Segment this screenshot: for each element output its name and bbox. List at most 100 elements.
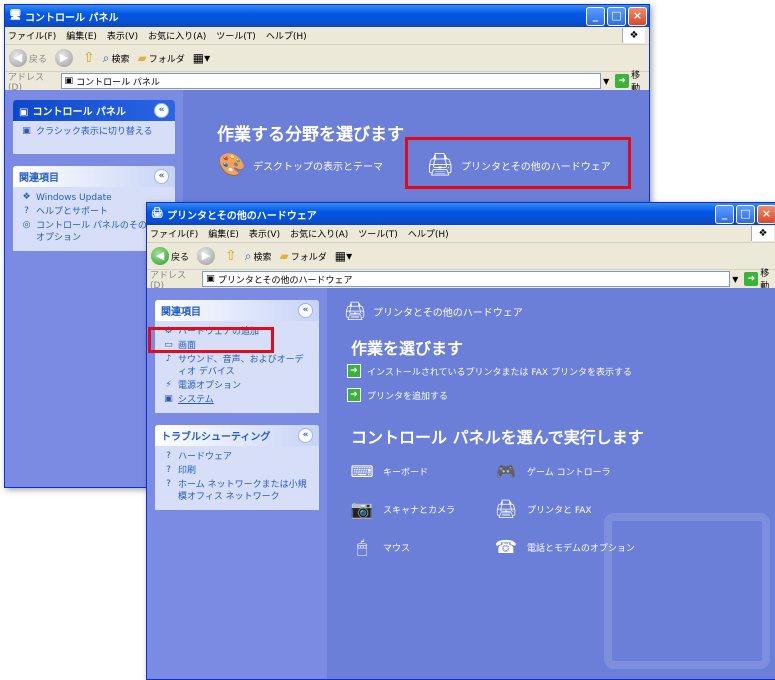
panel-mouse[interactable]: 🖱 マウス — [347, 534, 410, 560]
classic-view-link[interactable]: ▣ クラシック表示に切り替える — [21, 126, 167, 138]
up-folder-button[interactable]: ⇧ — [83, 50, 95, 66]
go-arrow-icon: ➜ — [744, 272, 759, 286]
address-dropdown-icon[interactable]: ▼ — [603, 77, 609, 86]
folders-button[interactable]: ▰ フォルダ — [138, 51, 185, 65]
panel-printers-fax[interactable]: 🖨 プリンタと FAX — [491, 496, 592, 522]
menu-tools[interactable]: ツール(T) — [216, 29, 256, 42]
collapse-icon[interactable]: « — [298, 303, 313, 318]
task-add-printer[interactable]: ➜ プリンタを追加する — [347, 388, 448, 402]
task-arrow-icon: ➜ — [347, 364, 361, 378]
control-panel-box-header[interactable]: ▣ コントロール パネル « — [13, 100, 175, 121]
troubleshoot-hardware[interactable]: ? ハードウェア — [163, 451, 311, 463]
forward-button[interactable]: ▶ — [55, 49, 75, 67]
collapse-icon[interactable]: « — [154, 169, 169, 184]
panel-game-controllers[interactable]: 🎮 ゲーム コントローラ — [491, 458, 611, 484]
menu-favorites[interactable]: お気に入り(A) — [148, 29, 206, 42]
related-items-header[interactable]: 関連項目 « — [13, 166, 175, 187]
menu-help[interactable]: ヘルプ(H) — [408, 227, 449, 240]
troubleshooting-box: トラブルシューティング « ? ハードウェア ? 印刷 ? ホーム ネットワーク… — [155, 425, 319, 510]
printer-icon: ▣ — [206, 274, 215, 284]
category-desktop-themes[interactable]: 🎨 デスクトップの表示とテーマ — [217, 152, 383, 178]
forward-arrow-icon: ▶ — [55, 49, 74, 67]
menu-edit[interactable]: 編集(E) — [66, 29, 97, 42]
related-item-sound[interactable]: ♪ サウンド、音声、およびオーディオ デバイス — [163, 354, 311, 378]
collapse-icon[interactable]: « — [298, 428, 313, 443]
printer-icon: 🖨 — [343, 300, 367, 322]
panel-scanners-cameras[interactable]: 📷 スキャナとカメラ — [347, 496, 455, 522]
menu-view[interactable]: 表示(V) — [107, 29, 138, 42]
windows-update-icon: ❖ — [22, 192, 31, 202]
scanner-camera-icon: 📷 — [350, 498, 374, 520]
options-icon: ◎ — [22, 220, 31, 230]
highlight-box-add-hardware — [148, 327, 274, 353]
menu-favorites[interactable]: お気に入り(A) — [290, 227, 348, 240]
menu-help[interactable]: ヘルプ(H) — [266, 29, 307, 42]
page-header: 🖨 プリンタとその他のハードウェア — [343, 298, 523, 324]
menu-view[interactable]: 表示(V) — [249, 227, 280, 240]
search-icon: ⌕ — [244, 248, 252, 263]
title-bar[interactable]: 🖥 コントロール パネル _ □ × — [5, 5, 649, 27]
window-title: プリンタとその他のハードウェア — [167, 210, 317, 222]
up-folder-icon: ⇧ — [83, 50, 95, 66]
task-view-printers[interactable]: ➜ インストールされているプリンタまたは FAX プリンタを表示する — [347, 364, 632, 378]
address-dropdown-icon[interactable]: ▼ — [732, 275, 738, 284]
minimize-button[interactable]: _ — [715, 205, 734, 224]
close-button[interactable]: × — [628, 7, 647, 26]
related-item-system[interactable]: ▣ システム — [163, 394, 311, 406]
address-input[interactable]: ▣ コントロール パネル — [60, 73, 602, 89]
forward-button[interactable]: ▶ — [197, 247, 217, 265]
toolbar: ◀ 戻る ▶ ⇧ ⌕ 検索 ▰ フォルダ ▦▾ — [147, 243, 775, 270]
menu-tools[interactable]: ツール(T) — [358, 227, 398, 240]
power-icon: ⚡ — [165, 380, 172, 390]
sound-icon: ♪ — [165, 354, 172, 364]
views-button[interactable]: ▦▾ — [335, 249, 352, 263]
title-bar[interactable]: 🖨 プリンタとその他のハードウェア _ □ × — [147, 203, 775, 225]
panel-phone-modem[interactable]: ☎ 電話とモデムのオプション — [491, 534, 635, 560]
related-item-power[interactable]: ⚡ 電源オプション — [163, 380, 311, 392]
menu-bar: ファイル(F) 編集(E) 表示(V) お気に入り(A) ツール(T) ヘルプ(… — [147, 225, 775, 243]
toolbar: ◀ 戻る ▶ ⇧ ⌕ 検索 ▰ フォルダ ▦▾ — [5, 45, 649, 72]
forward-arrow-icon: ▶ — [197, 247, 216, 265]
printer-fax-icon: 🖨 — [494, 498, 518, 520]
address-input[interactable]: ▣ プリンタとその他のハードウェア — [202, 271, 731, 287]
mouse-icon: 🖱 — [356, 536, 368, 558]
up-folder-icon: ⇧ — [225, 248, 237, 264]
desktop-themes-icon: 🎨 — [218, 152, 246, 178]
search-button[interactable]: ⌕ 検索 — [245, 249, 272, 264]
menu-file[interactable]: ファイル(F) — [8, 29, 56, 42]
windows-logo-icon: ❖ — [622, 28, 645, 43]
help-icon: ? — [166, 479, 171, 489]
help-icon: ? — [166, 465, 171, 475]
task-arrow-icon: ➜ — [347, 388, 361, 402]
minimize-button[interactable]: _ — [586, 7, 605, 26]
page-title: 作業する分野を選びます — [217, 125, 404, 145]
collapse-icon[interactable]: « — [154, 103, 169, 118]
views-button[interactable]: ▦▾ — [193, 51, 210, 65]
up-folder-button[interactable]: ⇧ — [225, 248, 237, 264]
troubleshoot-network[interactable]: ? ホーム ネットワークまたは小規模オフィス ネットワーク — [163, 479, 311, 503]
folders-button[interactable]: ▰ フォルダ — [280, 249, 327, 263]
views-icon: ▦▾ — [192, 51, 211, 65]
address-bar: アドレス(D) ▣ プリンタとその他のハードウェア ▼ ➜ 移動 — [147, 269, 775, 292]
go-arrow-icon: ➜ — [615, 74, 630, 88]
game-controller-icon: 🎮 — [496, 461, 516, 481]
troubleshooting-header[interactable]: トラブルシューティング « — [155, 425, 319, 446]
troubleshoot-printing[interactable]: ? 印刷 — [163, 465, 311, 477]
folder-icon: ▰ — [137, 51, 147, 65]
maximize-button[interactable]: □ — [607, 7, 626, 26]
maximize-button[interactable]: □ — [736, 205, 755, 224]
related-items-box: 関連項目 « ⚙ ハードウェアの追加 ▭ 画面 ♪ サウンド、音声、およびオーデ… — [155, 300, 319, 413]
search-button[interactable]: ⌕ 検索 — [103, 51, 130, 66]
back-arrow-icon: ◀ — [9, 49, 27, 67]
back-button[interactable]: ◀ 戻る — [9, 49, 47, 67]
windows-logo-icon: ❖ — [751, 226, 774, 241]
control-panel-box: ▣ コントロール パネル « ▣ クラシック表示に切り替える — [13, 100, 175, 154]
menu-edit[interactable]: 編集(E) — [208, 227, 239, 240]
search-icon: ⌕ — [102, 50, 110, 65]
back-button[interactable]: ◀ 戻る — [151, 247, 189, 265]
keyboard-icon: ⌨ — [350, 461, 374, 481]
menu-file[interactable]: ファイル(F) — [150, 227, 198, 240]
related-items-header[interactable]: 関連項目 « — [155, 300, 319, 321]
close-button[interactable]: × — [757, 205, 775, 224]
panel-keyboard[interactable]: ⌨ キーボード — [347, 458, 428, 484]
